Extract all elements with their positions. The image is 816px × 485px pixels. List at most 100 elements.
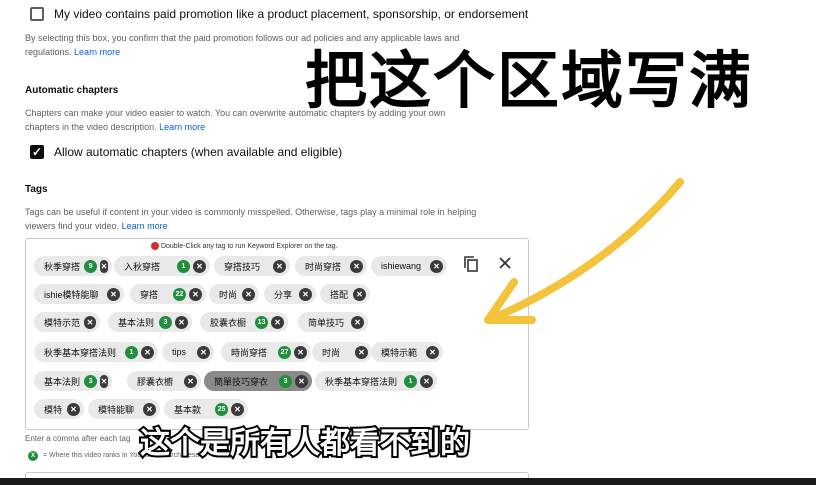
tag-rank-badge: 1 (125, 345, 138, 359)
tag-chip[interactable]: 時尚穿搭 27 ✕ (221, 342, 311, 362)
remove-tag-icon[interactable]: ✕ (100, 374, 108, 388)
keyword-explorer-icon (151, 242, 159, 250)
tag-chip-label: 穿搭 (140, 289, 159, 300)
tag-chip[interactable]: 分享 ✕ (264, 284, 316, 304)
tags-learn-more-link[interactable]: Learn more (122, 221, 168, 231)
remove-tag-icon[interactable]: ✕ (294, 345, 307, 359)
tag-chip[interactable]: 基本法则 3 ✕ (108, 312, 192, 332)
tag-chip[interactable]: 胶囊衣橱 13 ✕ (200, 312, 288, 332)
tag-chip[interactable]: 秋季穿搭 9 ✕ (34, 256, 112, 276)
remove-tag-icon[interactable]: ✕ (141, 345, 154, 359)
keyword-explorer-hint-text: Double-Click any tag to run Keyword Expl… (160, 242, 338, 250)
tag-rank-badge: 9 (84, 259, 98, 273)
tag-chip[interactable]: 秋季基本穿搭法则 1 ✕ (34, 342, 158, 362)
tag-chip[interactable]: 模特示範 ✕ (371, 342, 443, 362)
remove-tag-icon[interactable]: ✕ (353, 287, 366, 301)
tag-chip-label: tips (172, 347, 187, 357)
paid-promotion-checkbox[interactable] (30, 7, 44, 21)
remove-tag-icon[interactable]: ✕ (273, 259, 286, 273)
overlay-title: 把这个区域写满 (302, 42, 754, 120)
remove-tag-icon[interactable]: ✕ (271, 315, 284, 329)
tag-chip[interactable]: 时尚穿搭 ✕ (295, 256, 367, 276)
tag-chip-label: 秋季穿搭 (44, 261, 81, 272)
remove-tag-icon[interactable]: ✕ (175, 315, 188, 329)
automatic-chapters-heading: Automatic chapters (25, 85, 119, 96)
remove-tag-icon[interactable]: ✕ (189, 287, 202, 301)
tag-chip[interactable]: 时尚 ✕ (312, 342, 372, 362)
tag-chip-label: 入秋穿搭 (124, 261, 161, 272)
automatic-chapters-text-2: chapters in the video description. Learn… (25, 120, 525, 134)
tag-rank-badge: 25 (215, 402, 228, 416)
tag-rank-badge: 1 (404, 374, 417, 388)
tags-text-2-body: viewers find your video. (25, 221, 120, 231)
tag-rank-badge: 27 (278, 345, 291, 359)
tag-chip[interactable]: ishie模特能聊 ✕ (34, 284, 124, 304)
tag-chip[interactable]: 简单技巧 ✕ (298, 312, 368, 332)
tag-chip[interactable]: 穿搭 22 ✕ (130, 284, 206, 304)
remove-tag-icon[interactable]: ✕ (184, 374, 197, 388)
remove-tag-icon[interactable]: ✕ (351, 315, 364, 329)
remove-tag-icon[interactable]: ✕ (242, 287, 255, 301)
tags-text-1: Tags can be useful if content in your vi… (25, 207, 477, 217)
remove-tag-icon[interactable]: ✕ (67, 402, 80, 416)
remove-tag-icon[interactable]: ✕ (295, 374, 308, 388)
remove-tag-icon[interactable]: ✕ (143, 402, 156, 416)
rank-legend-badge: X (28, 451, 38, 461)
automatic-chapters-text-2-body: chapters in the video description. (25, 122, 157, 132)
tag-chip[interactable]: 簡單技巧穿衣 3 ✕ (204, 371, 312, 391)
keyword-explorer-hint: Double-Click any tag to run Keyword Expl… (151, 242, 338, 250)
tag-chip-label: 膠囊衣櫥 (137, 376, 174, 387)
tag-chip[interactable]: 搭配 ✕ (320, 284, 370, 304)
remove-tag-icon[interactable]: ✕ (107, 287, 120, 301)
remove-tag-icon[interactable]: ✕ (100, 259, 108, 273)
paid-promotion-label: My video contains paid promotion like a … (54, 7, 529, 21)
automatic-chapters-checkbox[interactable]: ✓ (30, 145, 44, 159)
automatic-chapters-learn-more-link[interactable]: Learn more (159, 122, 205, 132)
remove-tag-icon[interactable]: ✕ (430, 259, 443, 273)
tag-chip-label: 基本款 (174, 404, 202, 415)
tag-chip[interactable]: 模特 ✕ (34, 399, 84, 419)
tags-text-2: viewers find your video. Learn more (25, 219, 525, 233)
tag-chip-label: 穿搭技巧 (224, 261, 261, 272)
tag-chip[interactable]: 模特能聊 ✕ (88, 399, 160, 419)
tag-chip[interactable]: 模特示范 ✕ (34, 312, 100, 332)
remove-tag-icon[interactable]: ✕ (231, 402, 244, 416)
yellow-arrow (484, 178, 684, 324)
tag-chip-label: 時尚穿搭 (231, 347, 268, 358)
tag-chip[interactable]: 膠囊衣櫥 ✕ (127, 371, 201, 391)
remove-tag-icon[interactable]: ✕ (350, 259, 363, 273)
tag-chip-label: 模特示範 (381, 347, 418, 358)
remove-tag-icon[interactable]: ✕ (84, 315, 96, 329)
automatic-chapters-label: Allow automatic chapters (when available… (54, 145, 343, 159)
tag-chip-label: ishie模特能聊 (44, 289, 99, 300)
tag-chip[interactable]: tips ✕ (162, 342, 214, 362)
remove-tag-icon[interactable]: ✕ (426, 345, 439, 359)
bottom-bar (0, 478, 816, 485)
tag-chip-label: 簡單技巧穿衣 (214, 376, 269, 387)
tag-chip[interactable]: 穿搭技巧 ✕ (214, 256, 290, 276)
tag-chip-label: 秋季基本穿搭法则 (44, 347, 117, 358)
remove-tag-icon[interactable]: ✕ (420, 374, 433, 388)
tag-chip-label: 基本法則 (44, 376, 81, 387)
overlay-subtitle: 这个是所有人都看不到的 (138, 424, 472, 463)
tag-chip[interactable]: 基本款 25 ✕ (164, 399, 248, 419)
tag-chip[interactable]: 时尚 ✕ (209, 284, 259, 304)
remove-tag-icon[interactable]: ✕ (197, 345, 210, 359)
tag-rank-badge: 13 (255, 315, 268, 329)
tag-chip-label: ishiewang (381, 261, 422, 271)
tag-rank-badge: 3 (159, 315, 172, 329)
tag-chip-label: 模特能聊 (98, 404, 135, 415)
paid-promotion-learn-more-link[interactable]: Learn more (74, 47, 120, 57)
tag-rank-badge: 3 (279, 374, 292, 388)
tag-chip[interactable]: 基本法則 3 ✕ (34, 371, 112, 391)
remove-tag-icon[interactable]: ✕ (193, 259, 206, 273)
tag-chip-label: 秋季基本穿搭法則 (325, 376, 398, 387)
tag-chip-label: 时尚 (219, 289, 238, 300)
tag-chip[interactable]: 秋季基本穿搭法則 1 ✕ (315, 371, 437, 391)
tag-chip[interactable]: 入秋穿搭 1 ✕ (114, 256, 210, 276)
remove-tag-icon[interactable]: ✕ (355, 345, 368, 359)
tags-footer-hint: Enter a comma after each tag (25, 434, 131, 443)
tag-chip-label: 胶囊衣橱 (210, 317, 247, 328)
remove-tag-icon[interactable]: ✕ (299, 287, 312, 301)
tag-chip[interactable]: ishiewang ✕ (371, 256, 447, 276)
